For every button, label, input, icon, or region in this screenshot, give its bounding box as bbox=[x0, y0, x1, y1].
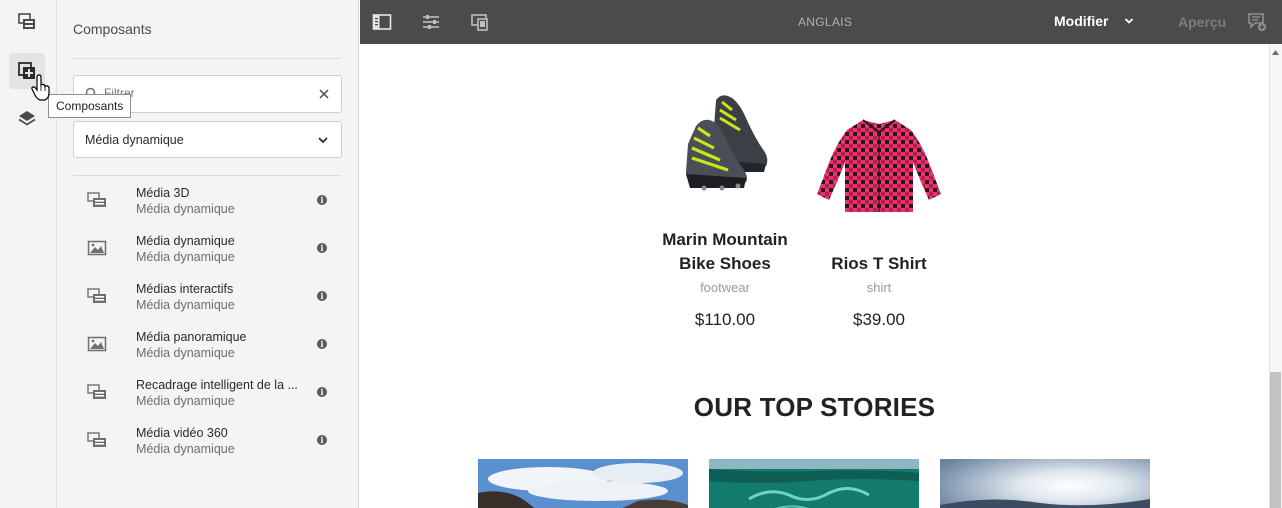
media-icon bbox=[87, 384, 106, 399]
page-content: Marin Mountain Bike Shoes footwear $110.… bbox=[360, 44, 1269, 508]
top-toolbar: ANGLAIS Modifier Aperçu bbox=[360, 0, 1282, 44]
component-group: Média dynamique bbox=[136, 298, 235, 312]
product-category: footwear bbox=[700, 280, 750, 295]
component-item[interactable]: Média panoramique Média dynamique i bbox=[73, 320, 342, 368]
layers-icon bbox=[18, 111, 36, 126]
scroll-up-icon[interactable] bbox=[1271, 48, 1280, 57]
component-name: Recadrage intelligent de la ... bbox=[136, 378, 298, 392]
component-group: Média dynamique bbox=[136, 442, 235, 456]
chevron-down-icon[interactable] bbox=[1124, 17, 1134, 25]
product-image bbox=[817, 119, 941, 212]
tooltip: Composants bbox=[48, 94, 132, 118]
group-select[interactable]: Média dynamique bbox=[73, 121, 342, 158]
assets-button[interactable] bbox=[9, 4, 45, 40]
component-name: Médias interactifs bbox=[136, 282, 234, 296]
component-name: Média vidéo 360 bbox=[136, 426, 228, 440]
emulator-icon[interactable] bbox=[470, 12, 490, 32]
info-icon[interactable]: i bbox=[317, 291, 327, 301]
panel-title: Composants bbox=[73, 21, 152, 37]
mode-selector[interactable]: Modifier bbox=[1054, 13, 1108, 29]
component-item[interactable]: Média vidéo 360 Média dynamique i bbox=[73, 416, 342, 464]
component-group: Média dynamique bbox=[136, 202, 235, 216]
component-name: Média panoramique bbox=[136, 330, 247, 344]
component-group: Média dynamique bbox=[136, 250, 235, 264]
scrollbar-thumb[interactable] bbox=[1270, 372, 1281, 508]
divider bbox=[73, 58, 341, 59]
components-panel: Composants Média dynamique Média 3D bbox=[57, 0, 359, 508]
clear-icon[interactable] bbox=[317, 87, 331, 101]
info-icon[interactable]: i bbox=[317, 435, 327, 445]
product-image bbox=[686, 95, 768, 191]
preview-button[interactable]: Aperçu bbox=[1178, 14, 1226, 30]
product-price: $110.00 bbox=[694, 310, 756, 329]
assets-icon bbox=[18, 13, 35, 29]
component-name: Média 3D bbox=[136, 186, 190, 200]
page-properties-icon[interactable] bbox=[421, 12, 441, 32]
product-category: shirt bbox=[866, 280, 892, 295]
group-select-value: Média dynamique bbox=[85, 133, 184, 147]
product-price: $39.00 bbox=[853, 310, 905, 329]
chevron-down-icon bbox=[318, 137, 328, 144]
component-item[interactable]: Média dynamique Média dynamique i bbox=[73, 224, 342, 272]
component-item[interactable]: Médias interactifs Média dynamique i bbox=[73, 272, 342, 320]
image-icon bbox=[87, 240, 107, 256]
media-icon bbox=[87, 288, 106, 303]
side-panel-toggle-icon[interactable] bbox=[372, 12, 392, 32]
component-name: Média dynamique bbox=[136, 234, 235, 248]
info-icon[interactable]: i bbox=[317, 387, 327, 397]
media-icon bbox=[87, 192, 106, 207]
image-icon bbox=[87, 336, 107, 352]
annotation-icon[interactable] bbox=[1247, 12, 1267, 32]
story-image[interactable] bbox=[478, 459, 688, 508]
info-icon[interactable]: i bbox=[317, 243, 327, 253]
component-list: Média 3D Média dynamique i Média dynamiq… bbox=[73, 176, 342, 464]
section-heading: OUR TOP STORIES bbox=[693, 392, 936, 422]
component-group: Média dynamique bbox=[136, 394, 235, 408]
info-icon[interactable]: i bbox=[317, 339, 327, 349]
info-icon[interactable]: i bbox=[317, 195, 327, 205]
component-group: Média dynamique bbox=[136, 346, 235, 360]
component-item[interactable]: Média 3D Média dynamique i bbox=[73, 176, 342, 224]
language-label: ANGLAIS bbox=[798, 15, 853, 29]
story-image[interactable] bbox=[709, 459, 919, 508]
component-item[interactable]: Recadrage intelligent de la ... Média dy… bbox=[73, 368, 342, 416]
story-image[interactable] bbox=[940, 459, 1150, 508]
product-name[interactable]: Rios T Shirt bbox=[799, 252, 959, 276]
hand-cursor-icon bbox=[31, 74, 50, 101]
search-input[interactable] bbox=[102, 85, 302, 101]
product-name[interactable]: Marin Mountain Bike Shoes bbox=[645, 228, 805, 276]
media-icon bbox=[87, 432, 106, 447]
layers-button[interactable] bbox=[9, 101, 45, 137]
